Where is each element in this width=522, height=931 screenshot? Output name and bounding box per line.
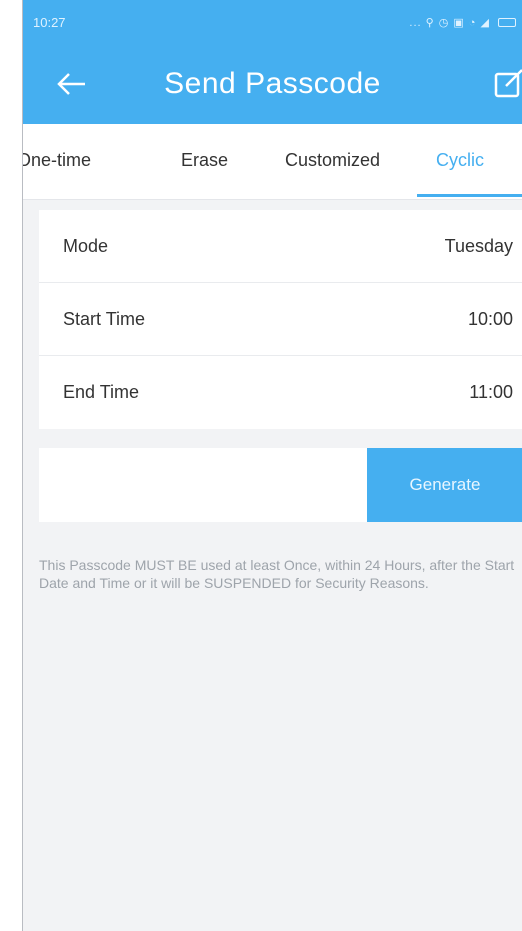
mode-value: Tuesday	[444, 235, 513, 256]
end-time-label: End Time	[63, 382, 140, 402]
status-bar: 10:27 ... ⚲ ◷ ▣ ◔ ◢	[23, 0, 522, 44]
active-tab-indicator	[417, 194, 522, 197]
tab-erase[interactable]: Erase	[181, 150, 228, 171]
mode-label: Mode	[63, 235, 109, 256]
tab-customized[interactable]: Customized	[285, 150, 380, 171]
generate-panel: Generate	[39, 448, 522, 522]
status-icons-text: ... ⚲ ◷ ▣ ◔ ◢	[409, 16, 490, 29]
generate-button[interactable]: Generate	[367, 448, 522, 522]
status-time: 10:27	[33, 14, 66, 30]
app-header: Send Passcode	[23, 44, 522, 124]
edit-icon[interactable]	[492, 66, 522, 100]
start-time-row[interactable]: Start Time 10:00	[39, 283, 522, 356]
passcode-form: Mode Tuesday Start Time 10:00 End Time 1…	[39, 210, 522, 429]
tab-cyclic[interactable]: Cyclic	[436, 150, 484, 171]
tab-bar: One-time Erase Customized Cyclic	[23, 124, 522, 200]
battery-icon	[498, 17, 516, 27]
page-title: Send Passcode	[164, 67, 381, 100]
back-arrow-icon[interactable]	[53, 64, 93, 104]
mode-row[interactable]: Mode Tuesday	[39, 210, 522, 283]
tab-one-time[interactable]: One-time	[23, 150, 91, 171]
start-time-value: 10:00	[467, 308, 513, 329]
status-icons: ... ⚲ ◷ ▣ ◔ ◢	[409, 16, 516, 29]
app-screen: 10:27 ... ⚲ ◷ ▣ ◔ ◢ Send Passcode One-ti…	[22, 0, 522, 931]
start-time-label: Start Time	[63, 308, 146, 329]
end-time-value: 11:00	[469, 382, 513, 402]
security-notice: This Passcode MUST BE used at least Once…	[39, 557, 515, 591]
end-time-row[interactable]: End Time 11:00	[39, 356, 522, 429]
